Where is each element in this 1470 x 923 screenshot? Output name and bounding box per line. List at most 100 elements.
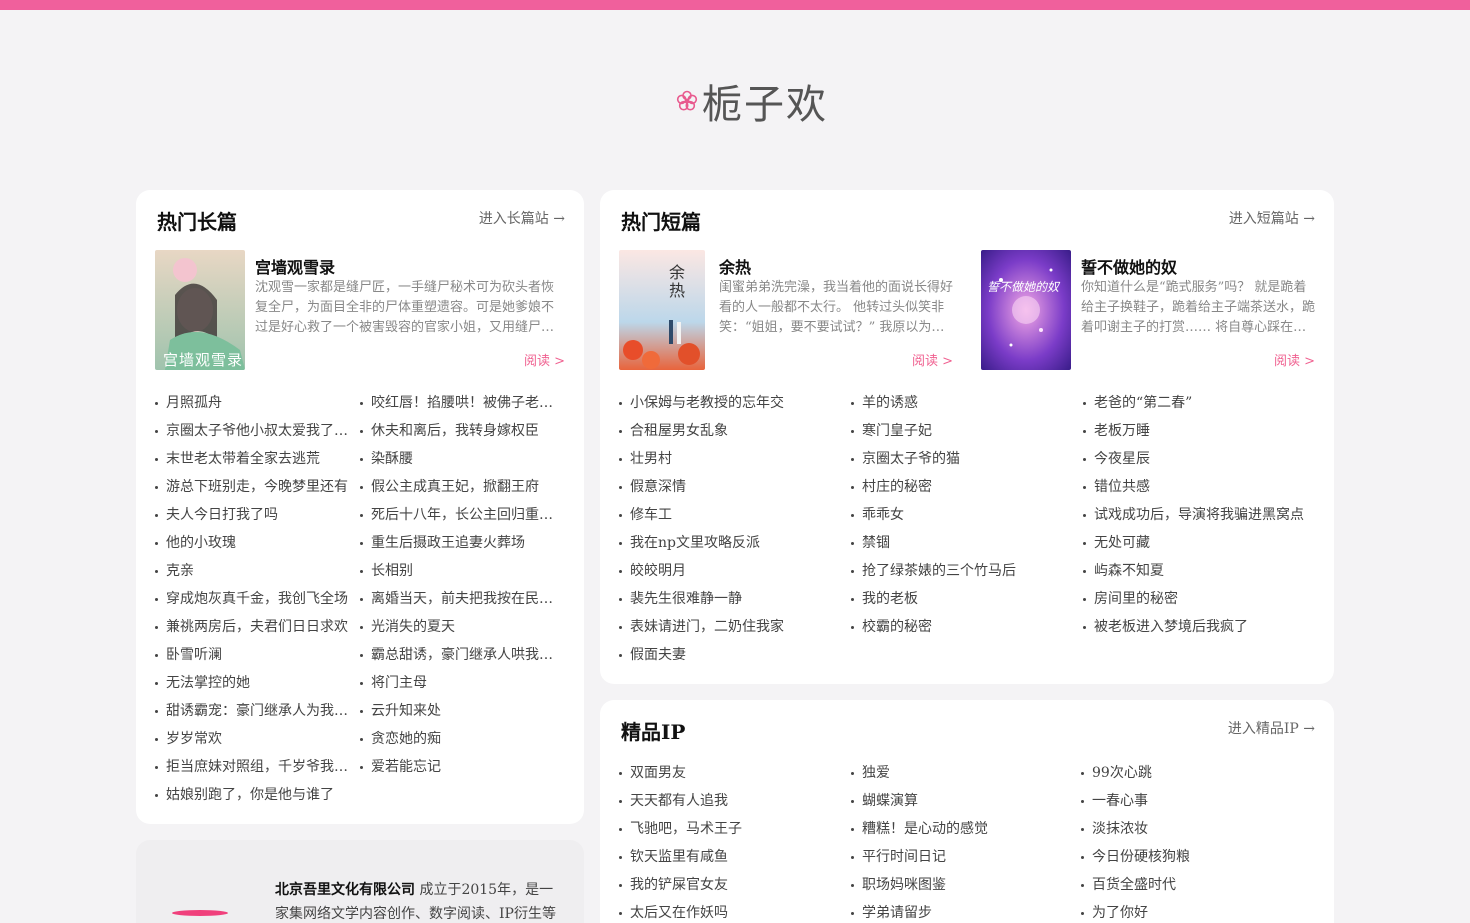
list-item[interactable]: 染酥腰: [360, 445, 556, 473]
list-item[interactable]: 校霸的秘密: [851, 613, 1063, 641]
list-item[interactable]: 独爱: [851, 759, 1063, 787]
list-item[interactable]: 禁锢: [851, 529, 1063, 557]
list-item[interactable]: 淡抹浓妆: [1081, 815, 1313, 843]
list-item[interactable]: 贪恋她的痴: [360, 725, 556, 753]
read-link[interactable]: 阅读 >: [912, 350, 953, 369]
featured-book[interactable]: 誓不做她的奴 誓不做她的奴 你知道什么是“跪式服务”吗？ 就是跪着给主子换鞋子，…: [981, 250, 1315, 370]
list-item[interactable]: 村庄的秘密: [851, 473, 1063, 501]
list-item[interactable]: 老爸的“第二春”: [1083, 389, 1315, 417]
list-item[interactable]: 今夜星辰: [1083, 445, 1315, 473]
list-item[interactable]: 皎皎明月: [619, 557, 831, 585]
list-item[interactable]: 蝴蝶演算: [851, 787, 1063, 815]
list-item[interactable]: 克亲: [155, 557, 351, 585]
list-item[interactable]: 重生后摄政王追妻火葬场: [360, 529, 556, 557]
list-item[interactable]: 一春心事: [1081, 787, 1313, 815]
top-accent-bar: [0, 0, 1470, 10]
list-item[interactable]: 姑娘别跑了，你是他与谁了: [155, 781, 351, 809]
list-item[interactable]: 天天都有人追我: [619, 787, 831, 815]
list-item[interactable]: 乖乖女: [851, 501, 1063, 529]
list-item[interactable]: 裴先生很难静一静: [619, 585, 831, 613]
book-cover[interactable]: 余热: [619, 250, 705, 370]
list-item[interactable]: 无法掌控的她: [155, 669, 351, 697]
list-item[interactable]: 双面男友: [619, 759, 831, 787]
list-item[interactable]: 寒门皇子妃: [851, 417, 1063, 445]
list-item[interactable]: 错位共感: [1083, 473, 1315, 501]
list-item[interactable]: 屿森不知夏: [1083, 557, 1315, 585]
list-item[interactable]: 无处可藏: [1083, 529, 1315, 557]
list-item[interactable]: 将门主母: [360, 669, 556, 697]
list-item[interactable]: 穿成炮灰真千金，我创飞全场: [155, 585, 351, 613]
cover-caption: 宫墙观雪录: [163, 351, 244, 369]
featured-book[interactable]: 宫墙观雪录 宫墙观雪录 沈观雪一家都是缝尸匠，一手缝尸秘术可为砍头者恢复全尸，为…: [155, 250, 565, 370]
list-item[interactable]: 99次心跳: [1081, 759, 1313, 787]
list-item[interactable]: 我的老板: [851, 585, 1063, 613]
list-item[interactable]: 游总下班别走，今晚梦里还有: [155, 473, 351, 501]
list-item[interactable]: 卧雪听澜: [155, 641, 351, 669]
list-item[interactable]: 羊的诱惑: [851, 389, 1063, 417]
featured-book[interactable]: 余热 余热 闺蜜弟弟洗完澡，我当着他的面说长得好看的人一般都不太行。 他转过头似…: [619, 250, 953, 370]
list-item[interactable]: 假意深情: [619, 473, 831, 501]
list-item[interactable]: 为了你好: [1081, 899, 1313, 923]
list-item[interactable]: 今日份硬核狗粮: [1081, 843, 1313, 871]
list-item[interactable]: 试戏成功后，导演将我骗进黑窝点: [1083, 501, 1315, 529]
list-item[interactable]: 太后又在作妖吗: [619, 899, 831, 923]
list-item[interactable]: 学弟请留步: [851, 899, 1063, 923]
list-item[interactable]: 咬红唇！掐腰哄！被佛子老…: [360, 389, 556, 417]
list-item[interactable]: 合租屋男女乱象: [619, 417, 831, 445]
site-logo[interactable]: 栀子欢: [676, 76, 828, 128]
list-item[interactable]: 夫人今日打我了吗: [155, 501, 351, 529]
list-item[interactable]: 抢了绿茶婊的三个竹马后: [851, 557, 1063, 585]
read-link[interactable]: 阅读 >: [524, 350, 565, 369]
list-item[interactable]: 月照孤舟: [155, 389, 351, 417]
list-item[interactable]: 长相别: [360, 557, 556, 585]
enter-short-site-link[interactable]: 进入短篇站 →: [1229, 208, 1315, 228]
list-item[interactable]: 爱若能忘记: [360, 753, 556, 781]
list-item[interactable]: 兼祧两房后，夫君们日日求欢: [155, 613, 351, 641]
list-item[interactable]: 末世老太带着全家去逃荒: [155, 445, 351, 473]
list-item[interactable]: 职场妈咪图鉴: [851, 871, 1063, 899]
list-item[interactable]: 百货全盛时代: [1081, 871, 1313, 899]
list-item[interactable]: 糟糕！是心动的感觉: [851, 815, 1063, 843]
list-item[interactable]: 房间里的秘密: [1083, 585, 1315, 613]
hot-short-section: 热门短篇 进入短篇站 → 余热 余热 闺蜜弟弟洗完澡，我当着他的面说长得好看的人…: [600, 190, 1334, 684]
logo-text: 栀子欢: [702, 82, 828, 128]
book-description: 你知道什么是“跪式服务”吗？ 就是跪着给主子换鞋子，跪着给主子端茶送水，跪着叩谢…: [1081, 280, 1316, 335]
enter-long-site-link[interactable]: 进入长篇站 →: [479, 208, 565, 228]
list-item[interactable]: 表妹请进门，二奶住我家: [619, 613, 831, 641]
book-cover[interactable]: 誓不做她的奴: [981, 250, 1071, 370]
list-item[interactable]: 离婚当天，前夫把我按在民…: [360, 585, 556, 613]
list-item[interactable]: 霸总甜诱，豪门继承人哄我…: [360, 641, 556, 669]
list-item[interactable]: 钦天监里有咸鱼: [619, 843, 831, 871]
list-item[interactable]: 小保姆与老教授的忘年交: [619, 389, 831, 417]
list-item[interactable]: 老板万睡: [1083, 417, 1315, 445]
list-item[interactable]: 云升知来处: [360, 697, 556, 725]
list-item[interactable]: 平行时间日记: [851, 843, 1063, 871]
flower-icon: [676, 90, 698, 111]
list-item[interactable]: 休夫和离后，我转身嫁权臣: [360, 417, 556, 445]
list-item[interactable]: 他的小玫瑰: [155, 529, 351, 557]
list-item[interactable]: 京圈太子爷的猫: [851, 445, 1063, 473]
list-item[interactable]: 我的铲屎官女友: [619, 871, 831, 899]
book-cover[interactable]: 宫墙观雪录: [155, 250, 245, 370]
list-item[interactable]: 飞驰吧，马术王子: [619, 815, 831, 843]
list-item[interactable]: 岁岁常欢: [155, 725, 351, 753]
list-item[interactable]: 死后十八年，长公主回归重…: [360, 501, 556, 529]
list-item[interactable]: 壮男村: [619, 445, 831, 473]
book-title[interactable]: 余热: [719, 254, 751, 278]
section-title: 热门短篇: [619, 206, 709, 235]
list-item[interactable]: 修车工: [619, 501, 831, 529]
cover-caption: 誓不做她的奴: [987, 280, 1060, 294]
book-title[interactable]: 宫墙观雪录: [255, 254, 335, 278]
list-item[interactable]: 假面夫妻: [619, 641, 831, 669]
list-item[interactable]: 被老板进入梦境后我疯了: [1083, 613, 1315, 641]
list-item[interactable]: 假公主成真王妃，掀翻王府: [360, 473, 556, 501]
list-item[interactable]: 甜诱霸宠：豪门继承人为我…: [155, 697, 351, 725]
list-item[interactable]: 我在np文里攻略反派: [619, 529, 831, 557]
read-link[interactable]: 阅读 >: [1274, 350, 1315, 369]
list-item[interactable]: 光消失的夏天: [360, 613, 556, 641]
list-item[interactable]: 京圈太子爷他小叔太爱我了…: [155, 417, 351, 445]
list-item[interactable]: 拒当庶妹对照组，千岁爷我…: [155, 753, 351, 781]
section-header: 精品IP 进入精品IP →: [619, 716, 1315, 746]
book-title[interactable]: 誓不做她的奴: [1081, 254, 1177, 278]
enter-ip-site-link[interactable]: 进入精品IP →: [1228, 718, 1315, 738]
